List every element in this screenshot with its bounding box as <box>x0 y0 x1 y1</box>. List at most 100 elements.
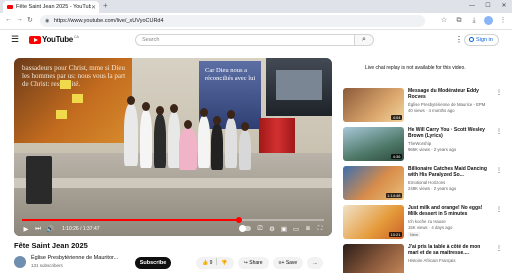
like-icon[interactable]: 👍 <box>202 260 208 266</box>
recommended-meta: 40 views · 4 months ago <box>408 108 455 113</box>
new-badge: New <box>408 232 421 237</box>
speaker-cabinet <box>26 156 52 204</box>
window-controls: — ☐ ✕ <box>464 0 512 13</box>
search-icon: ⌕ <box>362 36 366 43</box>
recommended-channel[interactable]: Église Presbytérienne de Maurice - EPM <box>408 102 485 107</box>
recommended-video[interactable]: 1:14:48 Billionaire Catches Maid Dancing… <box>343 166 503 200</box>
video-thumbnail[interactable]: 4:04 <box>343 88 404 122</box>
recommended-video[interactable]: 4:36 He Will Carry You · Scott Wesley Br… <box>343 127 503 161</box>
seek-bar[interactable] <box>22 217 324 223</box>
video-frame: bassadeurs pour Christ, mme si Dieu les … <box>14 58 332 236</box>
duration-badge: 4:04 <box>391 115 402 120</box>
recommended-channel[interactable]: TheWorship <box>408 141 431 146</box>
sign-in-label: Sign in <box>476 37 493 43</box>
video-title: Fête Saint Jean 2025 <box>14 241 88 250</box>
recommended-channel[interactable]: Histoire Africain Français <box>408 258 456 263</box>
settings-gear-icon[interactable]: ⚙ <box>266 225 278 233</box>
save-label: Save <box>285 260 298 266</box>
share-icon: ↪ <box>243 260 248 266</box>
play-icon[interactable]: ▶ <box>20 225 32 233</box>
recommended-video[interactable]: 10:21 Just milk and orange! No eggs! Mil… <box>343 205 503 239</box>
more-options-icon[interactable]: ⋮ <box>496 128 502 135</box>
video-thumbnail[interactable]: 1:14:48 <box>343 166 404 200</box>
recommended-title[interactable]: Just milk and orange! No eggs! Milk dess… <box>408 205 491 217</box>
browser-menu-icon[interactable]: ⋮ <box>498 15 508 27</box>
bookmark-star-icon[interactable]: ☆ <box>439 15 449 27</box>
cast-icon[interactable]: ⧈ <box>302 225 314 233</box>
minimize-icon[interactable]: — <box>464 0 480 13</box>
url-text: https://www.youtube.com/live/_xUVyoCURd4 <box>54 18 164 24</box>
player-controls: ▶ ⏭ 🔊 1:10:26 / 1:37:47 ⎚ ⚙ ▣ ▭ ⧈ ⛶ <box>20 224 326 233</box>
more-actions-button[interactable]: ... <box>307 257 324 269</box>
recommended-meta: 248K views · 2 years ago <box>408 186 457 191</box>
search-button[interactable]: ⌕ <box>355 34 374 46</box>
recommended-video[interactable]: J'ai pris la table à côté de mon mari et… <box>343 244 503 273</box>
like-dislike-button[interactable]: 👍 9 👎 <box>196 257 234 269</box>
subscriber-count: 131 subscribers <box>31 263 63 268</box>
tab-title: Fête Saint Jean 2025 - YouTube <box>16 4 91 10</box>
close-tab-icon[interactable]: ✕ <box>91 4 96 11</box>
channel-name[interactable]: Église Presbytérienne de Mauritor... <box>31 255 118 261</box>
share-label: Share <box>249 260 263 266</box>
more-horizontal-icon: ... <box>313 260 318 266</box>
recommended-channel[interactable]: Emotional Horizons <box>408 180 445 185</box>
volume-icon[interactable]: 🔊 <box>44 225 56 233</box>
recommended-title[interactable]: J'ai pris la table à côté de mon mari et… <box>408 244 491 256</box>
miniplayer-icon[interactable]: ▣ <box>278 225 290 233</box>
address-bar[interactable]: ◉ https://www.youtube.com/live/_xUVyoCUR… <box>40 15 425 27</box>
maximize-icon[interactable]: ☐ <box>480 0 496 13</box>
more-options-icon[interactable]: ⋮ <box>496 245 502 252</box>
more-options-icon[interactable]: ⋮ <box>496 167 502 174</box>
duration-badge: 1:14:48 <box>385 193 402 198</box>
country-code: CA <box>73 35 79 39</box>
subscribe-button[interactable]: Subscribe <box>135 257 171 269</box>
forward-icon[interactable]: → <box>16 16 23 23</box>
save-button[interactable]: ≡+ Save <box>272 257 304 269</box>
back-icon[interactable]: ← <box>5 16 12 23</box>
video-thumbnail[interactable]: 4:36 <box>343 127 404 161</box>
site-info-icon[interactable]: ◉ <box>45 15 49 27</box>
youtube-play-logo-icon <box>29 35 41 44</box>
search-input[interactable]: Search <box>135 34 355 46</box>
like-count: 9 <box>209 260 213 266</box>
video-thumbnail[interactable] <box>343 244 404 273</box>
next-icon[interactable]: ⏭ <box>32 225 44 233</box>
recommended-meta: 15K views · 4 days ago <box>408 225 453 230</box>
recommended-title[interactable]: He Will Carry You · Scott Wesley Brown (… <box>408 127 491 139</box>
channel-avatar[interactable] <box>14 256 26 268</box>
account-icon <box>469 37 474 42</box>
banner-center-text: Car Dieu nous a réconciliés avec lui <box>205 67 256 82</box>
autoplay-toggle[interactable] <box>239 225 251 232</box>
dislike-icon[interactable]: 👎 <box>221 260 227 266</box>
save-icon: ≡+ <box>278 260 285 266</box>
video-actions: 👍 9 👎 ↪ Share ≡+ Save ... <box>196 257 324 269</box>
settings-more-icon[interactable]: ⋮ <box>455 35 463 44</box>
more-options-icon[interactable]: ⋮ <box>496 89 502 96</box>
reload-icon[interactable]: ↻ <box>27 16 33 24</box>
seek-bar-played <box>22 219 240 221</box>
profile-avatar[interactable] <box>484 16 493 25</box>
video-player[interactable]: bassadeurs pour Christ, mme si Dieu les … <box>14 58 332 236</box>
recommended-title[interactable]: Message du Modérateur Eddy Rocves <box>408 88 491 100</box>
browser-toolbar: ☆ ⧉ ⤓ ⋮ <box>439 15 508 27</box>
recommended-channel[interactable]: Ich koche zu Hause <box>408 219 446 224</box>
extensions-icon[interactable]: ⧉ <box>454 15 464 27</box>
recommended-title[interactable]: Billionaire Catches Maid Dancing with Hi… <box>408 166 491 178</box>
downloads-icon[interactable]: ⤓ <box>469 15 479 27</box>
more-options-icon[interactable]: ⋮ <box>496 206 502 213</box>
new-tab-icon[interactable]: + <box>103 1 108 10</box>
browser-tab[interactable]: Fête Saint Jean 2025 - YouTube ✕ <box>3 1 99 13</box>
live-chat-notice: Live chat replay is not available for th… <box>365 65 466 71</box>
theater-mode-icon[interactable]: ▭ <box>290 225 302 233</box>
youtube-wordmark: YouTube <box>42 35 73 44</box>
video-thumbnail[interactable]: 10:21 <box>343 205 404 239</box>
youtube-logo[interactable]: YouTube CA <box>29 35 79 44</box>
fullscreen-icon[interactable]: ⛶ <box>314 225 326 233</box>
hamburger-menu-icon[interactable]: ☰ <box>11 34 19 45</box>
close-window-icon[interactable]: ✕ <box>496 0 512 13</box>
sign-in-button[interactable]: Sign in <box>464 34 499 46</box>
share-button[interactable]: ↪ Share <box>237 257 269 269</box>
youtube-favicon-icon <box>7 5 13 9</box>
subtitles-icon[interactable]: ⎚ <box>254 225 266 233</box>
recommended-video[interactable]: 4:04 Message du Modérateur Eddy Rocves É… <box>343 88 503 122</box>
